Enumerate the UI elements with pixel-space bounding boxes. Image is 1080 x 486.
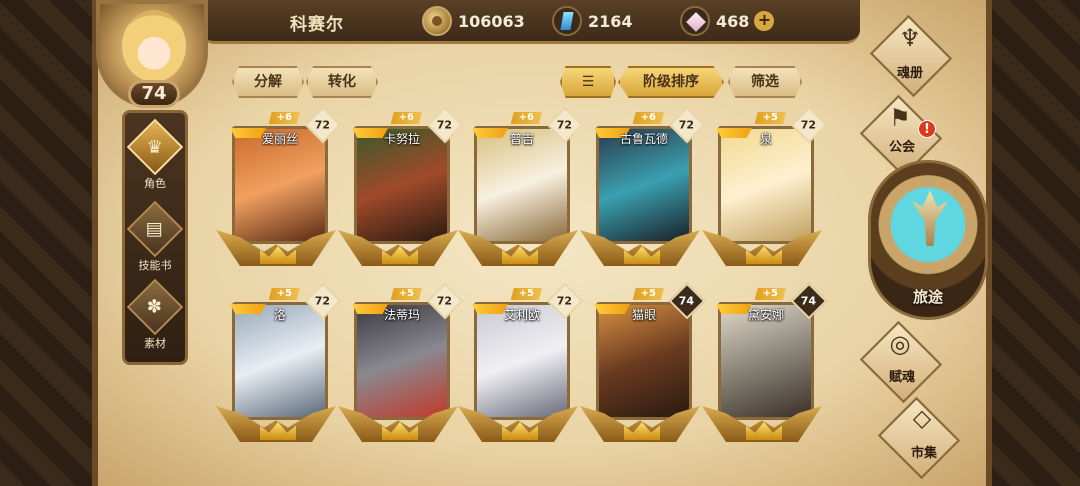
gem-amount: 468 — [716, 11, 750, 31]
hero-card[interactable]: +6 72 古鲁瓦德 — [580, 106, 706, 270]
guild-button[interactable]: 公会 — [872, 136, 932, 155]
crown-icon — [260, 246, 296, 264]
player-name: 科赛尔 — [290, 15, 344, 35]
gem-icon — [680, 6, 710, 36]
hero-plus-level: +6 — [632, 112, 664, 124]
hero-name: 古鲁瓦德 — [619, 132, 668, 146]
crown-icon — [382, 246, 418, 264]
hero-plus-level: +5 — [510, 288, 542, 300]
hero-plus-level: +6 — [268, 112, 300, 124]
hero-card[interactable]: +5 74 黛安娜 — [702, 282, 828, 446]
hero-plus-level: +6 — [510, 112, 542, 124]
hero-plus-level: +5 — [390, 288, 422, 300]
gold-amount: 106063 — [458, 11, 525, 31]
hero-name: 爱丽丝 — [261, 132, 298, 146]
sidebar-item-skillbook[interactable]: ▤ 技能书 — [125, 200, 185, 279]
crown-icon — [502, 422, 538, 440]
gold-resource: 106063 — [422, 6, 525, 36]
gem-resource: 468 + — [680, 6, 775, 36]
hero-name: 洛 — [273, 308, 286, 322]
crown-icon — [746, 246, 782, 264]
sidebar-item-label: 技能书 — [138, 259, 172, 272]
avatar-portrait — [122, 10, 186, 82]
hero-plus-level: +5 — [632, 288, 664, 300]
hero-card[interactable]: +5 74 猫眼 — [580, 282, 706, 446]
hero-plus-level: +5 — [754, 112, 786, 124]
rank-sort-button[interactable]: 阶级排序 — [618, 66, 724, 98]
hero-name: 艾利欧 — [503, 308, 540, 322]
sidebar-item-character[interactable]: ♛ 角色 — [125, 118, 185, 197]
crystal-icon — [552, 6, 582, 36]
journey-label: 旅途 — [912, 288, 943, 306]
gold-coin-icon — [422, 6, 452, 36]
hero-card[interactable]: +6 72 卡努拉 — [338, 106, 464, 270]
hero-plus-level: +6 — [390, 112, 422, 124]
helmet-icon: ♛ — [126, 118, 184, 176]
hero-card[interactable]: +6 72 爱丽丝 — [216, 106, 342, 270]
hero-plus-level: +5 — [754, 288, 786, 300]
hero-card[interactable]: +5 72 艾利欧 — [458, 282, 584, 446]
talent-button[interactable]: 赋魂 — [872, 366, 932, 385]
hero-name: 普吉 — [509, 132, 534, 146]
sidebar-item-material[interactable]: ✽ 素材 — [125, 278, 185, 357]
add-gem-button[interactable]: + — [754, 11, 775, 31]
crown-icon — [502, 246, 538, 264]
hero-name: 猫眼 — [631, 308, 656, 322]
player-level-badge: 74 — [128, 80, 180, 108]
hero-name: 法蒂玛 — [383, 308, 420, 322]
hero-name: 卡努拉 — [383, 132, 420, 146]
crown-icon — [624, 246, 660, 264]
hero-card[interactable]: +5 72 泉 — [702, 106, 828, 270]
crystal-resource: 2164 — [552, 6, 633, 36]
guild-alert-icon: ! — [918, 120, 936, 138]
decompose-button[interactable]: 分解 — [232, 66, 304, 98]
sidebar-item-label: 角色 — [144, 177, 166, 190]
talent-icon: ◎ — [889, 330, 911, 358]
hero-card[interactable]: +5 72 洛 — [216, 282, 342, 446]
hero-name: 泉 — [759, 132, 772, 146]
crown-icon — [260, 422, 296, 440]
hero-card[interactable]: +5 72 法蒂玛 — [338, 282, 464, 446]
crown-icon — [624, 422, 660, 440]
sidebar-nav: ♛ 角色 ▤ 技能书 ✽ 素材 — [122, 110, 188, 365]
material-icon: ✽ — [126, 278, 184, 336]
skillbook-icon: ▤ — [126, 200, 184, 258]
sort-toggle-button[interactable]: ☰ — [560, 66, 616, 98]
market-button[interactable]: 市集 — [894, 442, 954, 461]
hero-card[interactable]: +6 72 普吉 — [458, 106, 584, 270]
filter-button[interactable]: 筛选 — [728, 66, 802, 98]
crystal-amount: 2164 — [588, 11, 633, 31]
hero-name: 黛安娜 — [747, 308, 784, 322]
market-icon: ◇ — [912, 404, 932, 432]
crown-icon — [382, 422, 418, 440]
sidebar-item-label: 素材 — [144, 337, 166, 350]
convert-button[interactable]: 转化 — [306, 66, 378, 98]
crown-icon — [746, 422, 782, 440]
sort-icon: ☰ — [581, 74, 595, 90]
soulbook-icon: ♆ — [899, 24, 921, 52]
soulbook-button[interactable]: 魂册 — [880, 62, 940, 81]
hero-plus-level: +5 — [268, 288, 300, 300]
